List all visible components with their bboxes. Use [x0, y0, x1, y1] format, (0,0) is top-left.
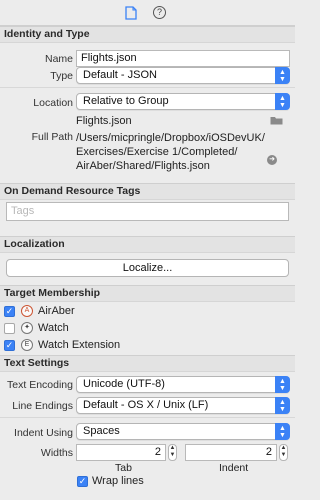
- fullpath-line: Exercises/Exercise 1/Completed/: [76, 146, 238, 158]
- help-icon-glyph: ?: [156, 7, 162, 17]
- location-file: Flights.json: [76, 115, 132, 127]
- tab-width-field[interactable]: 2: [76, 444, 166, 461]
- fullpath-label: Full Path: [31, 131, 73, 143]
- target-checkbox-airaber[interactable]: ✓: [4, 306, 15, 317]
- popup-arrows-icon: ▲ ▼: [275, 93, 290, 110]
- encoding-popup[interactable]: Unicode (UTF-8) ▲ ▼: [76, 376, 290, 393]
- indent-width-stepper[interactable]: ▲ ▼: [279, 444, 288, 461]
- target-label: Watch: [38, 322, 69, 334]
- section-target-header: Target Membership: [0, 285, 295, 302]
- target-label: AirAber: [38, 305, 75, 317]
- popup-arrows-icon: ▲ ▼: [275, 397, 290, 414]
- popup-arrows-icon: ▲ ▼: [275, 67, 290, 84]
- indent-width-label: Indent: [219, 462, 249, 474]
- divider: [0, 417, 295, 418]
- popup-arrows-icon: ▲ ▼: [275, 423, 290, 440]
- name-label: Name: [44, 53, 73, 65]
- wrap-lines-label: Wrap lines: [92, 475, 144, 487]
- type-popup[interactable]: Default - JSON ▲ ▼: [76, 67, 290, 84]
- section-odr-header: On Demand Resource Tags: [0, 183, 295, 200]
- extension-icon: E: [21, 339, 33, 351]
- indent-using-popup-value: Spaces: [83, 425, 120, 437]
- localize-button[interactable]: Localize...: [6, 259, 289, 277]
- fullpath-text: /Users/micpringle/Dropbox/iOSDevUK/ Exer…: [76, 131, 265, 173]
- file-icon[interactable]: [125, 6, 137, 20]
- line-endings-label: Line Endings: [12, 400, 73, 412]
- tags-field[interactable]: Tags: [6, 202, 289, 221]
- popup-arrows-icon: ▲ ▼: [275, 376, 290, 393]
- indent-using-popup[interactable]: Spaces ▲ ▼: [76, 423, 290, 440]
- tab-width-label: Tab: [115, 462, 132, 474]
- encoding-popup-value: Unicode (UTF-8): [83, 378, 165, 390]
- location-popup[interactable]: Relative to Group ▲ ▼: [76, 93, 290, 110]
- target-checkbox-watch[interactable]: [4, 323, 15, 334]
- reveal-in-finder-icon[interactable]: ➜: [267, 155, 277, 165]
- widths-label: Widths: [40, 447, 73, 459]
- divider: [0, 87, 295, 88]
- indent-using-label: Indent Using: [14, 427, 73, 439]
- help-icon[interactable]: ?: [153, 6, 166, 19]
- inspector-toolbar: ?: [0, 0, 295, 26]
- indent-width-field[interactable]: 2: [185, 444, 277, 461]
- encoding-label: Text Encoding: [7, 379, 73, 391]
- target-checkbox-watch-extension[interactable]: ✓: [4, 340, 15, 351]
- section-identity-header: Identity and Type: [0, 26, 295, 43]
- type-label: Type: [50, 70, 73, 82]
- name-field[interactable]: Flights.json: [76, 50, 290, 67]
- app-icon: A: [21, 305, 33, 317]
- fullpath-line: /Users/micpringle/Dropbox/iOSDevUK/: [76, 132, 265, 144]
- location-label: Location: [33, 97, 73, 109]
- target-label: Watch Extension: [38, 339, 121, 351]
- type-popup-value: Default - JSON: [83, 69, 157, 81]
- watch-app-icon: ✦: [21, 322, 33, 334]
- wrap-lines-checkbox[interactable]: ✓: [77, 476, 88, 487]
- line-endings-popup[interactable]: Default - OS X / Unix (LF) ▲ ▼: [76, 397, 290, 414]
- section-text-settings-header: Text Settings: [0, 355, 295, 372]
- fullpath-line: AirAber/Shared/Flights.json: [76, 160, 210, 172]
- location-popup-value: Relative to Group: [83, 95, 169, 107]
- folder-icon[interactable]: [270, 115, 283, 125]
- section-localization-header: Localization: [0, 236, 295, 253]
- line-endings-popup-value: Default - OS X / Unix (LF): [83, 399, 209, 411]
- tab-width-stepper[interactable]: ▲ ▼: [168, 444, 177, 461]
